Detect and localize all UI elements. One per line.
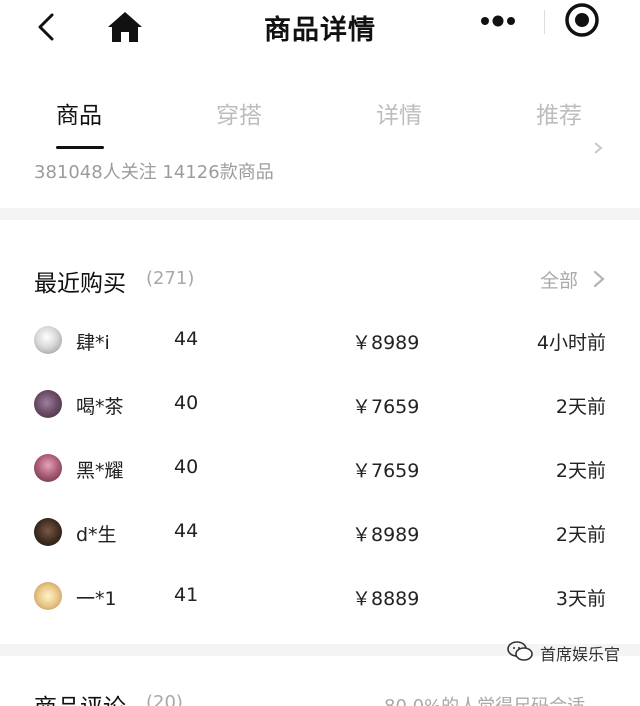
purchase-size: 41	[174, 584, 199, 606]
tab-recommend[interactable]: 推荐	[536, 96, 582, 130]
tab-product[interactable]: 商品	[56, 96, 102, 130]
buyer-name: 肆*i	[76, 332, 110, 354]
recent-purchases-count: (271)	[146, 268, 195, 289]
purchase-time: 2天前	[555, 524, 606, 546]
active-tab-indicator	[56, 146, 104, 149]
buyer-name: d*生	[76, 524, 117, 546]
purchase-size: 44	[174, 520, 199, 542]
purchase-row: 黑*耀 40 ￥7659 2天前	[0, 450, 640, 490]
chevron-right-icon	[594, 142, 603, 154]
purchase-row: 喝*茶 40 ￥7659 2天前	[0, 386, 640, 426]
purchase-price: ￥7659	[352, 460, 420, 482]
purchase-size: 40	[174, 392, 199, 414]
top-nav-bar: 商品详情	[0, 0, 640, 58]
section-divider	[0, 208, 640, 220]
reviews-count: (20)	[146, 692, 183, 706]
more-icon[interactable]	[478, 8, 518, 34]
avatar	[34, 326, 62, 354]
purchase-price: ￥8989	[352, 332, 420, 354]
brand-stats: 381048人关注 14126款商品	[34, 162, 274, 183]
avatar	[34, 390, 62, 418]
purchase-row: 肆*i 44 ￥8989 4小时前	[0, 322, 640, 362]
watermark-text: 首席娱乐官	[540, 645, 621, 664]
tab-outfit[interactable]: 穿搭	[216, 96, 262, 130]
purchase-time: 4小时前	[536, 332, 606, 354]
avatar	[34, 518, 62, 546]
buyer-name: 黑*耀	[76, 460, 124, 482]
mini-program-capsule	[464, 0, 624, 44]
chevron-right-icon[interactable]	[593, 270, 605, 288]
purchase-price: ￥8889	[352, 588, 420, 610]
purchase-row: d*生 44 ￥8989 2天前	[0, 514, 640, 554]
purchase-time: 2天前	[555, 460, 606, 482]
buyer-name: 一*1	[76, 588, 117, 610]
recent-purchases-title: 最近购买	[34, 271, 126, 297]
purchase-price: ￥7659	[352, 396, 420, 418]
purchase-size: 40	[174, 456, 199, 478]
purchase-size: 44	[174, 328, 199, 350]
capsule-divider	[544, 10, 545, 34]
product-detail-page: 商品详情 商品 穿搭 详情 推荐 381048人关注 14126款商品 最近购买…	[0, 0, 640, 706]
purchase-row: 一*1 41 ￥8889 3天前	[0, 578, 640, 618]
purchase-time: 2天前	[555, 396, 606, 418]
view-all-link[interactable]: 全部	[540, 266, 578, 293]
avatar	[34, 454, 62, 482]
reviews-title: 商品评论	[34, 688, 126, 706]
avatar	[34, 582, 62, 610]
size-fit-summary[interactable]: 80.0%的人觉得尺码合适	[384, 692, 585, 706]
wechat-icon	[507, 641, 533, 661]
tab-details[interactable]: 详情	[376, 96, 422, 130]
purchase-price: ￥8989	[352, 524, 420, 546]
target-icon[interactable]	[564, 2, 600, 38]
tab-bar: 商品 穿搭 详情 推荐	[0, 84, 640, 154]
buyer-name: 喝*茶	[76, 396, 124, 418]
purchase-time: 3天前	[555, 588, 606, 610]
